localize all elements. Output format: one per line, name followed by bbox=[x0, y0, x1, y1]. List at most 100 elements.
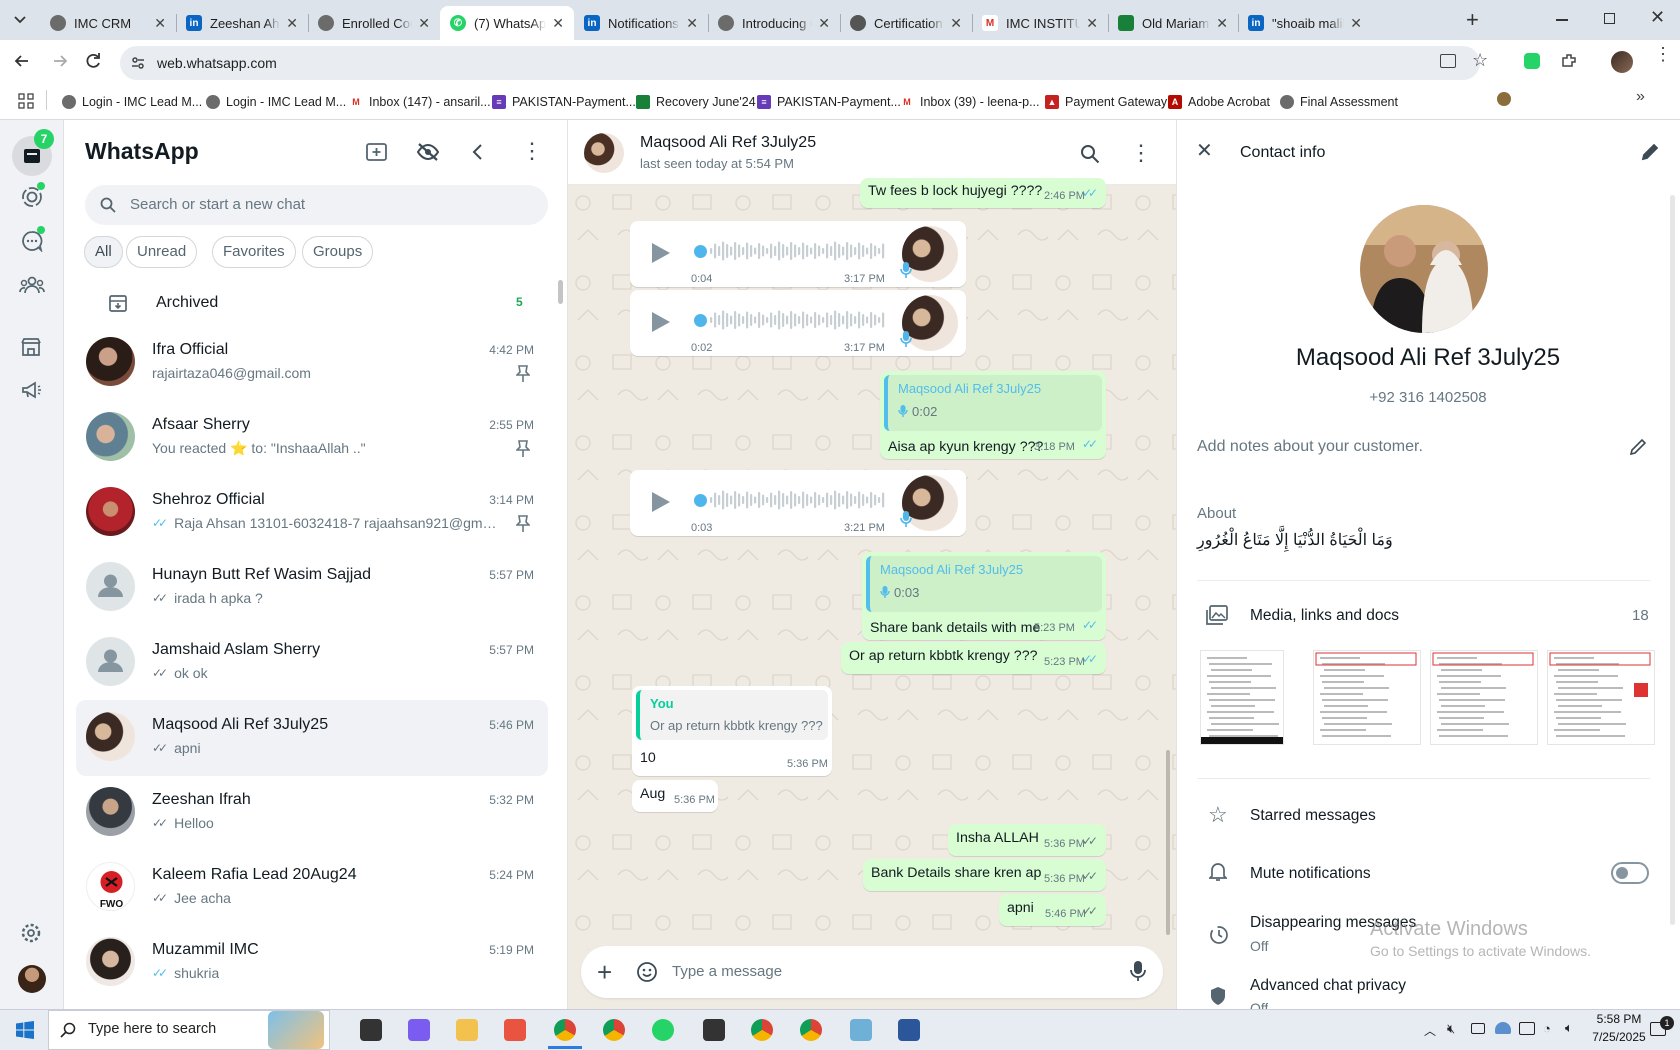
filter-favorites[interactable]: Favorites bbox=[212, 236, 296, 268]
chat-row[interactable]: Maqsood Ali Ref 3July25 5:46 PM ✓✓ apni bbox=[76, 700, 548, 776]
close-tab-icon[interactable]: ✕ bbox=[1350, 15, 1362, 32]
filter-unread[interactable]: Unread bbox=[126, 236, 198, 268]
chrome-icon[interactable] bbox=[554, 1019, 576, 1041]
media-thumbnail[interactable] bbox=[1200, 650, 1284, 745]
forward-icon[interactable] bbox=[50, 51, 70, 71]
bookmark-item[interactable]: ≡ PAKISTAN-Payment... bbox=[492, 91, 636, 113]
word-icon[interactable] bbox=[898, 1019, 920, 1041]
bookmark-item[interactable]: Recovery June'24 bbox=[636, 91, 756, 113]
new-tab-icon[interactable]: + bbox=[1466, 9, 1479, 31]
tray-volume-icon[interactable]: 🔈︎ bbox=[1565, 1020, 1573, 1036]
media-links-docs-row[interactable]: Media, links and docs bbox=[1250, 607, 1399, 625]
clock-app-icon[interactable] bbox=[703, 1019, 725, 1041]
communities-icon[interactable] bbox=[19, 275, 45, 295]
filter-groups[interactable]: Groups bbox=[302, 236, 374, 268]
copilot-icon[interactable] bbox=[408, 1019, 430, 1041]
tray-chevron-icon[interactable]: ︿ bbox=[1424, 1022, 1436, 1039]
settings-icon[interactable] bbox=[20, 922, 42, 944]
advanced-chat-privacy-row[interactable]: Advanced chat privacy bbox=[1250, 977, 1406, 995]
outgoing-message[interactable]: Insha ALLAH 5:36 PM ✓✓ bbox=[948, 824, 1106, 856]
chrome-icon[interactable] bbox=[603, 1019, 625, 1041]
chat-menu-icon[interactable]: ⋮ bbox=[1130, 140, 1152, 166]
close-tab-icon[interactable]: ✕ bbox=[154, 15, 166, 32]
reload-icon[interactable] bbox=[83, 51, 103, 71]
url-text[interactable]: web.whatsapp.com bbox=[157, 55, 277, 71]
message-input[interactable]: Type a message bbox=[672, 963, 782, 980]
tray-display-icon[interactable] bbox=[1519, 1022, 1535, 1035]
bookmark-item[interactable]: Final Assessment bbox=[1280, 91, 1398, 113]
tab-2[interactable]: in Zeeshan Ahm ✕ bbox=[176, 6, 308, 40]
close-window-icon[interactable]: ✕ bbox=[1650, 7, 1665, 28]
reply-message[interactable]: Maqsood Ali Ref 3July25 0:03 Share bank de… bbox=[862, 552, 1106, 640]
my-profile-avatar[interactable] bbox=[18, 965, 46, 993]
messages-scrollbar[interactable] bbox=[1166, 750, 1170, 935]
close-tab-icon[interactable]: ✕ bbox=[950, 15, 962, 32]
chat-row[interactable]: Jamshaid Aslam Sherry 5:57 PM ✓✓ ok ok bbox=[76, 625, 548, 701]
voice-progress-knob[interactable] bbox=[694, 245, 707, 258]
chatlist-scrollbar[interactable] bbox=[558, 280, 563, 304]
bookmark-item[interactable]: Login - IMC Lead M... bbox=[206, 91, 346, 113]
tab-8[interactable]: M IMC INSTITU ✕ bbox=[972, 6, 1108, 40]
close-tab-icon[interactable]: ✕ bbox=[286, 15, 298, 32]
chat-row[interactable]: Zeeshan Ifrah 5:32 PM ✓✓ Helloo bbox=[76, 775, 548, 851]
voice-mic-icon[interactable] bbox=[1130, 960, 1146, 982]
close-tab-icon[interactable]: ✕ bbox=[1216, 15, 1228, 32]
contact-avatar[interactable] bbox=[1360, 205, 1488, 333]
quoted-message[interactable]: You Or ap return kbbtk krengy ??? bbox=[636, 690, 828, 740]
file-explorer-icon[interactable] bbox=[456, 1019, 478, 1041]
tray-device-icon[interactable] bbox=[1471, 1023, 1485, 1034]
site-info-icon[interactable] bbox=[130, 55, 146, 71]
sticker-emoji-icon[interactable] bbox=[636, 961, 658, 983]
close-tab-icon[interactable]: ✕ bbox=[552, 15, 564, 32]
voice-message[interactable]: 0:02 3:17 PM bbox=[630, 290, 966, 356]
play-icon[interactable] bbox=[650, 310, 672, 334]
outgoing-message[interactable]: apni 5:46 PM ✓✓ bbox=[999, 894, 1106, 926]
close-tab-icon[interactable]: ✕ bbox=[1086, 15, 1098, 32]
restore-icon[interactable] bbox=[1604, 13, 1615, 24]
voice-progress-knob[interactable] bbox=[694, 314, 707, 327]
collapse-chevron-icon[interactable] bbox=[471, 143, 483, 161]
tab-10[interactable]: in "shoaib malik ✕ bbox=[1238, 6, 1372, 40]
chrome-icon[interactable] bbox=[800, 1019, 822, 1041]
attach-plus-icon[interactable]: + bbox=[597, 959, 612, 985]
tab-search-icon[interactable] bbox=[8, 8, 32, 32]
voice-message[interactable]: 0:04 3:17 PM bbox=[630, 221, 966, 287]
chat-row[interactable]: Afsaar Sherry 2:55 PM You reacted ⭐ to: "I… bbox=[76, 400, 548, 476]
chat-row[interactable]: FWO Kaleem Rafia Lead 20Aug24 5:24 PM ✓✓ Jee… bbox=[76, 850, 548, 926]
chat-row[interactable]: Ifra Official 4:42 PM rajairtaza046@gmail.… bbox=[76, 325, 548, 401]
tray-network-icon[interactable]: ◔ bbox=[1543, 1021, 1551, 1036]
apps-grid-icon[interactable] bbox=[18, 93, 34, 109]
chat-contact-name[interactable]: Maqsood Ali Ref 3July25 bbox=[640, 134, 816, 152]
task-view-icon[interactable] bbox=[360, 1019, 382, 1041]
bookmark-item[interactable]: ≡ PAKISTAN-Payment... bbox=[757, 91, 901, 113]
bookmark-item[interactable]: A Adobe Acrobat bbox=[1168, 91, 1270, 113]
tab-4[interactable]: ✆ (7) WhatsApp ✕ bbox=[440, 6, 574, 40]
bookmark-extra-icon[interactable] bbox=[1497, 92, 1511, 106]
back-icon[interactable] bbox=[12, 51, 32, 71]
chrome-icon[interactable] bbox=[751, 1019, 773, 1041]
outgoing-message[interactable]: Or ap return kbbtk krengy ??? 5:23 PM ✓✓ bbox=[841, 642, 1106, 674]
voice-progress-knob[interactable] bbox=[694, 494, 707, 507]
tab-7[interactable]: Certification ✕ bbox=[840, 6, 972, 40]
bookmark-item[interactable]: Login - IMC Lead M... bbox=[62, 91, 202, 113]
reply-message[interactable]: Maqsood Ali Ref 3July25 0:02 Aisa ap kyun … bbox=[880, 371, 1106, 459]
filter-all[interactable]: All bbox=[84, 236, 123, 268]
tab-5[interactable]: in Notifications ✕ bbox=[574, 6, 708, 40]
edit-notes-icon[interactable] bbox=[1628, 437, 1648, 457]
hide-eye-icon[interactable] bbox=[416, 142, 440, 162]
minimize-icon[interactable] bbox=[1556, 19, 1568, 21]
close-contact-icon[interactable]: ✕ bbox=[1196, 141, 1213, 161]
incoming-message[interactable]: Aug 5:36 PM bbox=[632, 780, 718, 812]
chat-row[interactable]: Shehroz Official 3:14 PM ✓✓ Raja Ahsan 1310… bbox=[76, 475, 548, 551]
extensions-icon[interactable] bbox=[1560, 52, 1578, 70]
bookmark-item[interactable]: M Inbox (147) - ansaril... bbox=[349, 91, 491, 113]
play-icon[interactable] bbox=[650, 490, 672, 514]
media-thumbnail[interactable] bbox=[1547, 650, 1655, 745]
chatlist-menu-icon[interactable]: ⋮ bbox=[521, 138, 543, 164]
tab-3[interactable]: Enrolled Cou ✕ bbox=[308, 6, 440, 40]
new-chat-icon[interactable] bbox=[366, 142, 388, 162]
quoted-voice[interactable]: Maqsood Ali Ref 3July25 0:03 bbox=[866, 556, 1102, 612]
address-bar[interactable] bbox=[120, 46, 1480, 80]
tray-cloud-icon[interactable] bbox=[1495, 1022, 1511, 1034]
bookmark-star-icon[interactable]: ☆ bbox=[1472, 50, 1488, 71]
